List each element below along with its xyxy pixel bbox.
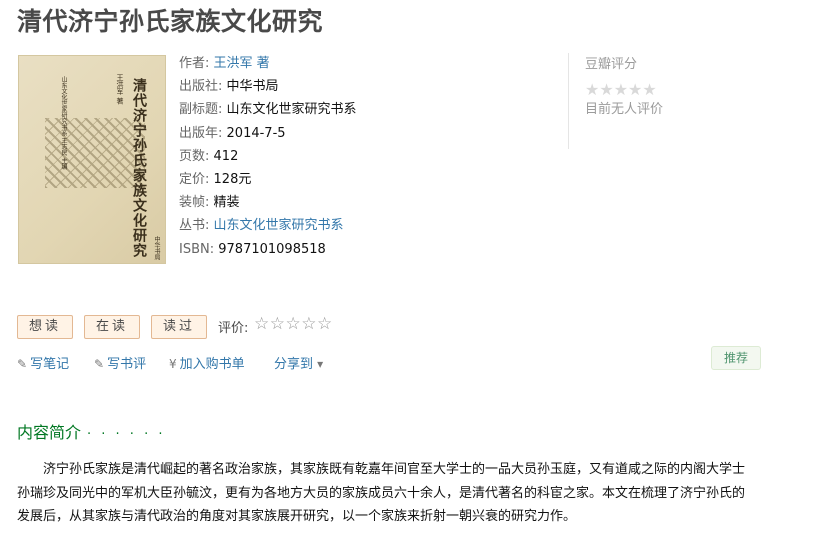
section-dots: · · · · · · xyxy=(87,427,166,442)
isbn-value: 9787101098518 xyxy=(218,241,326,257)
binding-value: 精装 xyxy=(213,195,240,211)
section-heading: 内容简介 · · · · · · xyxy=(17,419,165,443)
cover-title: 清代济宁孙氏家族文化研究 xyxy=(131,78,147,258)
write-note-label: 写笔记 xyxy=(30,357,70,372)
chevron-down-icon: ▾ xyxy=(317,357,324,371)
book-cover[interactable]: 清代济宁孙氏家族文化研究 王洪军 著 山东文化世家研究书系 王志民 主编 中华书… xyxy=(19,56,165,263)
pencil-icon: ✎ xyxy=(94,357,105,371)
info-pubyear: 出版年: 2014-7-5 xyxy=(179,125,286,141)
yen-icon: ¥ xyxy=(169,357,177,371)
info-price: 定价: 128元 xyxy=(179,172,252,188)
info-subtitle: 副标题: 山东文化世家研究书系 xyxy=(179,102,357,118)
write-review-label: 写书评 xyxy=(107,357,147,372)
write-review-link[interactable]: ✎ 写书评 xyxy=(94,353,146,372)
book-info: 作者: 王洪军 著 出版社: 中华书局 副标题: 山东文化世家研究书系 出版年:… xyxy=(179,52,357,261)
rate-label: 评价: xyxy=(218,321,249,336)
price-value: 128元 xyxy=(213,172,252,188)
info-series: 丛书: 山东文化世家研究书系 xyxy=(179,218,344,234)
cover-series: 山东文化世家研究书系 王志民 主编 xyxy=(60,76,67,170)
series-link[interactable]: 山东文化世家研究书系 xyxy=(214,218,344,233)
share-label: 分享到 xyxy=(274,357,314,372)
page-title: 清代济宁孙氏家族文化研究 xyxy=(17,7,324,36)
subtitle-value: 山东文化世家研究书系 xyxy=(226,102,357,118)
add-cart-link[interactable]: ¥ 加入购书单 xyxy=(169,353,245,372)
section-title: 内容简介 xyxy=(17,423,82,442)
want-read-button[interactable]: 想读 xyxy=(17,315,73,339)
rate-stars-icon[interactable]: ☆☆☆☆☆ xyxy=(254,314,333,334)
rating-none-text: 目前无人评价 xyxy=(585,102,664,117)
cover-publisher: 中华书局 xyxy=(153,236,160,260)
author-link[interactable]: 王洪军 著 xyxy=(214,56,270,71)
share-link[interactable]: 分享到 ▾ xyxy=(274,353,326,372)
info-publisher: 出版社: 中华书局 xyxy=(179,79,279,95)
intro-text: 济宁孙氏家族是清代崛起的著名政治家族，其家族既有乾嘉年间官至大学士的一品大员孙玉… xyxy=(17,462,746,524)
info-isbn: ISBN: 9787101098518 xyxy=(179,241,326,257)
info-pages: 页数: 412 xyxy=(179,148,239,164)
read-button[interactable]: 读过 xyxy=(151,315,207,339)
reading-button[interactable]: 在读 xyxy=(84,315,140,339)
douban-rating: 豆瓣评分 ★★★★★ 目前无人评价 xyxy=(568,53,663,149)
info-author: 作者: 王洪军 著 xyxy=(179,56,270,71)
write-note-link[interactable]: ✎ 写笔记 xyxy=(17,353,69,372)
recommend-button[interactable]: 推荐 xyxy=(711,346,761,370)
rating-label: 豆瓣评分 xyxy=(585,57,638,72)
publisher-value: 中华书局 xyxy=(226,79,279,95)
add-cart-label: 加入购书单 xyxy=(179,357,245,372)
rating-stars-icon: ★★★★★ xyxy=(585,80,657,99)
info-binding: 装帧: 精装 xyxy=(179,195,240,211)
pencil-icon: ✎ xyxy=(17,357,28,371)
cover-author: 王洪军 著 xyxy=(116,74,124,105)
pages-value: 412 xyxy=(213,148,239,164)
pubyear-value: 2014-7-5 xyxy=(226,125,286,141)
